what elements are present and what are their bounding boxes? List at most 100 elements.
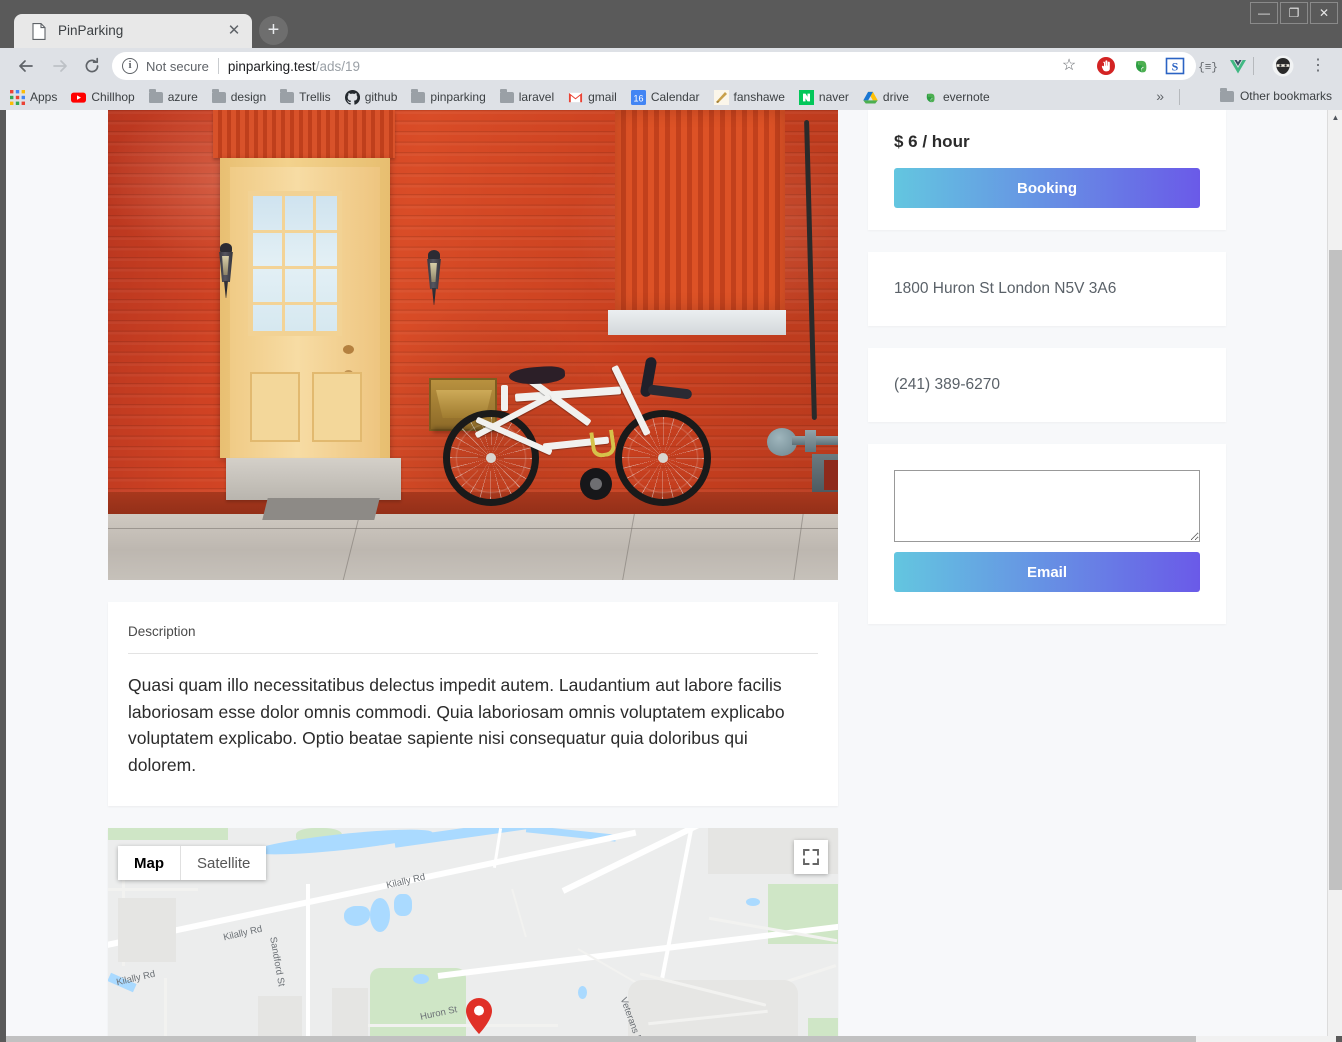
door-glass	[248, 191, 342, 336]
title-bar: PinParking ✕ + — ❐ ✕	[0, 0, 1342, 48]
listing-photo	[108, 110, 838, 580]
svg-text:16: 16	[633, 93, 643, 103]
bookmark-label: Chillhop	[91, 90, 135, 104]
info-circle-icon[interactable]: i	[122, 58, 138, 74]
horizontal-scrollbar[interactable]	[6, 1036, 1336, 1042]
youtube-icon	[71, 92, 87, 103]
bookmarks-overflow-button[interactable]: »	[1156, 88, 1164, 104]
other-bookmarks-button[interactable]: Other bookmarks	[1219, 88, 1332, 103]
message-textarea[interactable]	[894, 470, 1200, 542]
bookmark-pinparking[interactable]: pinparking	[411, 89, 486, 104]
sizzy-extension-icon[interactable]: S	[1165, 56, 1185, 76]
map-tab-map[interactable]: Map	[118, 846, 180, 880]
address-bar[interactable]: i Not secure pinparking.test/ads/19	[112, 52, 1196, 80]
bookmark-label: Calendar	[650, 90, 700, 104]
bicycle-saddle	[508, 365, 566, 386]
bookmark-label: laravel	[518, 90, 555, 104]
vue-devtools-extension-icon[interactable]	[1228, 56, 1248, 76]
browser-menu-icon[interactable]: ⋮	[1308, 54, 1328, 78]
listing-main-column: Description Quasi quam illo necessitatib…	[108, 110, 838, 1036]
utility-meter-panel	[824, 460, 838, 490]
wall-lamp-left	[216, 243, 236, 301]
map-widget[interactable]: Kilally Rd Kilally Rd Kilally Rd Sandfor…	[108, 828, 838, 1036]
price-label: $ 6 / hour	[894, 132, 970, 151]
description-title: Description	[128, 624, 196, 639]
horizontal-scrollbar-thumb[interactable]	[6, 1036, 1196, 1042]
minimize-button[interactable]: —	[1250, 2, 1278, 24]
description-body: Quasi quam illo necessitatibus delectus …	[128, 675, 785, 775]
map-tab-satellite[interactable]: Satellite	[180, 846, 266, 881]
listing-sidebar: $ 6 / hour Booking 1800 Huron St London …	[868, 110, 1226, 646]
bookmark-apps[interactable]: Apps	[10, 89, 58, 105]
bookmark-fanshawe[interactable]: fanshawe	[713, 89, 785, 105]
profile-avatar-icon[interactable]	[1272, 55, 1294, 77]
bookmark-azure[interactable]: azure	[148, 89, 198, 104]
adblock-extension-icon[interactable]	[1096, 56, 1116, 76]
bookmark-gmail[interactable]: gmail	[568, 90, 617, 105]
back-arrow-icon[interactable]	[12, 52, 40, 80]
evernote-extension-icon[interactable]	[1131, 56, 1151, 76]
bookmark-drive[interactable]: drive	[863, 90, 909, 105]
browser-tab[interactable]: PinParking ✕	[14, 14, 252, 48]
bookmark-calendar[interactable]: 16 Calendar	[630, 89, 700, 105]
fullscreen-icon[interactable]	[794, 840, 828, 875]
close-icon[interactable]: ✕	[226, 23, 242, 39]
wall-siding-right	[615, 110, 785, 310]
close-window-button[interactable]: ✕	[1310, 2, 1338, 24]
address-text: 1800 Huron St London N5V 3A6	[894, 280, 1117, 297]
scroll-up-arrow-icon[interactable]: ▲	[1328, 110, 1342, 125]
wall-siding-top	[213, 110, 395, 158]
map-pin-icon[interactable]	[466, 998, 492, 1035]
bookmark-label: Apps	[30, 90, 58, 104]
maximize-button[interactable]: ❐	[1280, 2, 1308, 24]
forward-arrow-icon	[46, 52, 74, 80]
map-type-tabs[interactable]: Map Satellite	[118, 846, 267, 881]
bookmark-design[interactable]: design	[211, 89, 267, 104]
divider	[1179, 89, 1180, 105]
google-drive-icon	[863, 91, 878, 103]
security-status: Not secure	[146, 58, 209, 74]
description-card: Description Quasi quam illo necessitatib…	[108, 602, 838, 807]
bookmark-star-icon[interactable]: ☆	[1057, 54, 1081, 78]
bookmark-github[interactable]: github	[344, 89, 397, 105]
bicycle-front-wheel	[615, 410, 711, 506]
new-tab-button[interactable]: +	[259, 16, 288, 45]
window-controls: — ❐ ✕	[1250, 2, 1338, 24]
folder-icon	[148, 89, 163, 103]
url-domain: pinparking.test	[227, 58, 316, 74]
gmail-icon	[569, 92, 583, 102]
door-knob	[343, 345, 354, 354]
contact-card: Email	[868, 444, 1226, 624]
bookmark-label: design	[230, 90, 267, 104]
divider	[1253, 57, 1254, 75]
bookmark-chillhop[interactable]: Chillhop	[71, 90, 135, 105]
bookmark-naver[interactable]: naver	[798, 89, 849, 105]
other-bookmarks-label: Other bookmarks	[1239, 89, 1332, 103]
reload-icon[interactable]	[78, 52, 106, 80]
evernote-icon	[926, 93, 935, 102]
vertical-scrollbar-thumb[interactable]	[1329, 250, 1342, 890]
divider	[128, 653, 818, 654]
bookmark-evernote[interactable]: evernote	[923, 90, 990, 105]
bookmark-label: evernote	[942, 90, 990, 104]
bookmark-label: naver	[818, 90, 849, 104]
github-icon	[344, 89, 360, 105]
url-path: /ads/19	[315, 58, 360, 74]
folder-icon	[211, 89, 226, 103]
phone-text: (241) 389-6270	[894, 376, 1000, 393]
booking-button[interactable]: Booking	[894, 168, 1200, 208]
wall-lamp-right	[424, 250, 444, 308]
email-button[interactable]: Email	[894, 552, 1200, 592]
bookmarks-bar: Apps Chillhop azure design Trellis githu…	[0, 84, 1342, 110]
json-viewer-extension-icon[interactable]: {≡}	[1198, 56, 1218, 76]
bookmark-trellis[interactable]: Trellis	[280, 89, 331, 104]
folder-icon	[411, 89, 426, 103]
door	[230, 167, 380, 458]
naver-icon	[798, 89, 814, 105]
bookmark-label: gmail	[588, 90, 617, 104]
bookmark-laravel[interactable]: laravel	[499, 89, 555, 104]
browser-window: PinParking ✕ + — ❐ ✕ i Not secure pinpar…	[0, 0, 1342, 1042]
vertical-scrollbar[interactable]: ▲	[1327, 110, 1342, 1036]
bookmark-label: Trellis	[299, 90, 331, 104]
page-body: Description Quasi quam illo necessitatib…	[6, 110, 1320, 1036]
